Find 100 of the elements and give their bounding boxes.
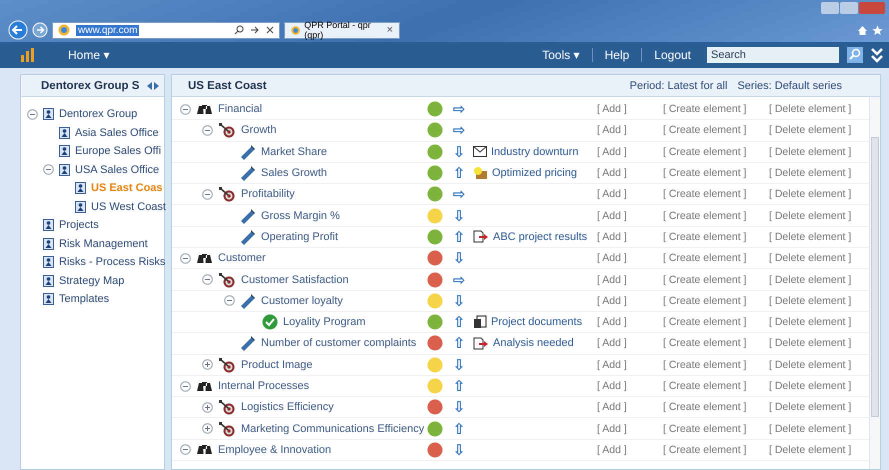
create-element-link[interactable]: [ Create element ]: [663, 252, 769, 264]
collapse-icon[interactable]: [27, 108, 38, 120]
add-link[interactable]: [ Add ]: [597, 188, 653, 200]
collapse-panel-icon[interactable]: [146, 80, 160, 90]
collapse-icon[interactable]: [202, 188, 213, 200]
scorecard-element[interactable]: Internal Processes: [218, 380, 310, 392]
chevron-down-icon[interactable]: [871, 47, 883, 63]
create-element-link[interactable]: [ Create element ]: [663, 210, 769, 222]
create-element-link[interactable]: [ Create element ]: [663, 380, 769, 392]
scorecard-element[interactable]: Marketing Communications Efficiency: [241, 422, 424, 435]
note-link[interactable]: Optimized pricing: [492, 167, 577, 180]
tree-item[interactable]: Dentorex Group: [59, 108, 138, 120]
scorecard-element[interactable]: Employee & Innovation: [218, 444, 332, 456]
address-field[interactable]: www.qpr.com: [52, 22, 280, 38]
add-link[interactable]: [ Add ]: [597, 103, 653, 116]
delete-element-link[interactable]: [ Delete element ]: [769, 401, 869, 414]
add-link[interactable]: [ Add ]: [597, 146, 653, 158]
bar-chart-icon[interactable]: [20, 48, 36, 62]
create-element-link[interactable]: [ Create element ]: [663, 230, 769, 243]
scorecard-element[interactable]: Loyality Program: [283, 316, 366, 328]
add-link[interactable]: [ Add ]: [597, 274, 653, 286]
delete-element-link[interactable]: [ Delete element ]: [769, 294, 869, 307]
tree-item[interactable]: Risk Management: [59, 238, 148, 250]
collapse-icon[interactable]: [180, 444, 191, 456]
create-element-link[interactable]: [ Create element ]: [663, 358, 769, 371]
delete-element-link[interactable]: [ Delete element ]: [769, 210, 869, 222]
scorecard-element[interactable]: Logistics Efficiency: [241, 401, 334, 414]
tree-item[interactable]: Strategy Map: [59, 274, 124, 287]
tree-item[interactable]: Projects: [59, 219, 99, 232]
collapse-icon[interactable]: [202, 274, 213, 286]
add-link[interactable]: [ Add ]: [597, 124, 653, 136]
add-link[interactable]: [ Add ]: [597, 210, 653, 222]
create-element-link[interactable]: [ Create element ]: [663, 146, 769, 158]
add-link[interactable]: [ Add ]: [597, 337, 653, 350]
collapse-icon[interactable]: [43, 164, 54, 176]
scorecard-element[interactable]: Market Share: [261, 146, 328, 158]
add-link[interactable]: [ Add ]: [597, 294, 653, 307]
scorecard-element[interactable]: Profitability: [241, 188, 295, 200]
tree-item[interactable]: USA Sales Office: [75, 164, 160, 176]
back-button[interactable]: [8, 20, 28, 40]
tree-item[interactable]: Europe Sales Offi: [75, 145, 162, 158]
go-arrow-icon[interactable]: [250, 25, 260, 35]
star-icon[interactable]: [872, 24, 883, 36]
scorecard-element[interactable]: Operating Profit: [261, 230, 338, 243]
delete-element-link[interactable]: [ Delete element ]: [769, 252, 869, 264]
tree-item[interactable]: Asia Sales Office: [75, 126, 159, 139]
delete-element-link[interactable]: [ Delete element ]: [769, 274, 869, 286]
delete-element-link[interactable]: [ Delete element ]: [769, 358, 869, 371]
window-controls[interactable]: [821, 2, 885, 14]
create-element-link[interactable]: [ Create element ]: [663, 188, 769, 200]
scorecard-element[interactable]: Financial: [218, 103, 262, 116]
expand-icon[interactable]: [202, 423, 213, 434]
create-element-link[interactable]: [ Create element ]: [663, 124, 769, 136]
add-link[interactable]: [ Add ]: [597, 380, 653, 392]
note-link[interactable]: Industry downturn: [491, 146, 578, 158]
create-element-link[interactable]: [ Create element ]: [663, 337, 769, 350]
delete-element-link[interactable]: [ Delete element ]: [769, 422, 869, 435]
scorecard-element[interactable]: Sales Growth: [261, 167, 328, 180]
delete-element-link[interactable]: [ Delete element ]: [769, 188, 869, 200]
scorecard-element[interactable]: Growth: [241, 124, 276, 136]
expand-icon[interactable]: [202, 402, 213, 413]
collapse-icon[interactable]: [202, 124, 213, 136]
browser-tab[interactable]: QPR Portal - qpr (qpr) ×: [284, 22, 400, 38]
home-icon[interactable]: [857, 24, 868, 36]
delete-element-link[interactable]: [ Delete element ]: [769, 316, 869, 328]
tree-item[interactable]: US West Coast: [91, 200, 166, 213]
note-link[interactable]: ABC project results: [493, 230, 588, 243]
expand-icon[interactable]: [202, 359, 213, 370]
delete-element-link[interactable]: [ Delete element ]: [769, 337, 869, 350]
close-icon[interactable]: [266, 26, 274, 34]
tree-item[interactable]: US East Coas: [91, 182, 163, 194]
tree-item[interactable]: Risks - Process Risks: [59, 256, 166, 268]
scorecard-element[interactable]: Gross Margin %: [261, 210, 340, 222]
menu-item[interactable]: Logout: [650, 48, 695, 62]
delete-element-link[interactable]: [ Delete element ]: [769, 167, 869, 180]
menu-item[interactable]: Help: [600, 48, 634, 62]
scorecard-element[interactable]: Product Image: [241, 358, 313, 371]
create-element-link[interactable]: [ Create element ]: [663, 294, 769, 307]
create-element-link[interactable]: [ Create element ]: [663, 167, 769, 180]
collapse-icon[interactable]: [180, 380, 191, 392]
add-link[interactable]: [ Add ]: [597, 444, 653, 456]
add-link[interactable]: [ Add ]: [597, 401, 653, 414]
delete-element-link[interactable]: [ Delete element ]: [769, 444, 869, 456]
delete-element-link[interactable]: [ Delete element ]: [769, 380, 869, 392]
delete-element-link[interactable]: [ Delete element ]: [769, 124, 869, 136]
create-element-link[interactable]: [ Create element ]: [663, 316, 769, 328]
create-element-link[interactable]: [ Create element ]: [663, 274, 769, 286]
scrollbar[interactable]: [869, 97, 880, 469]
scorecard-element[interactable]: Number of customer complaints: [261, 337, 416, 350]
tree-item[interactable]: Templates: [59, 293, 110, 306]
forward-button[interactable]: [32, 22, 48, 38]
search-icon[interactable]: [234, 25, 244, 35]
note-link[interactable]: Project documents: [491, 316, 582, 328]
scorecard-element[interactable]: Customer loyalty: [261, 294, 343, 307]
create-element-link[interactable]: [ Create element ]: [663, 444, 769, 456]
delete-element-link[interactable]: [ Delete element ]: [769, 103, 869, 116]
add-link[interactable]: [ Add ]: [597, 422, 653, 435]
add-link[interactable]: [ Add ]: [597, 358, 653, 371]
collapse-icon[interactable]: [180, 252, 191, 264]
add-link[interactable]: [ Add ]: [597, 252, 653, 264]
